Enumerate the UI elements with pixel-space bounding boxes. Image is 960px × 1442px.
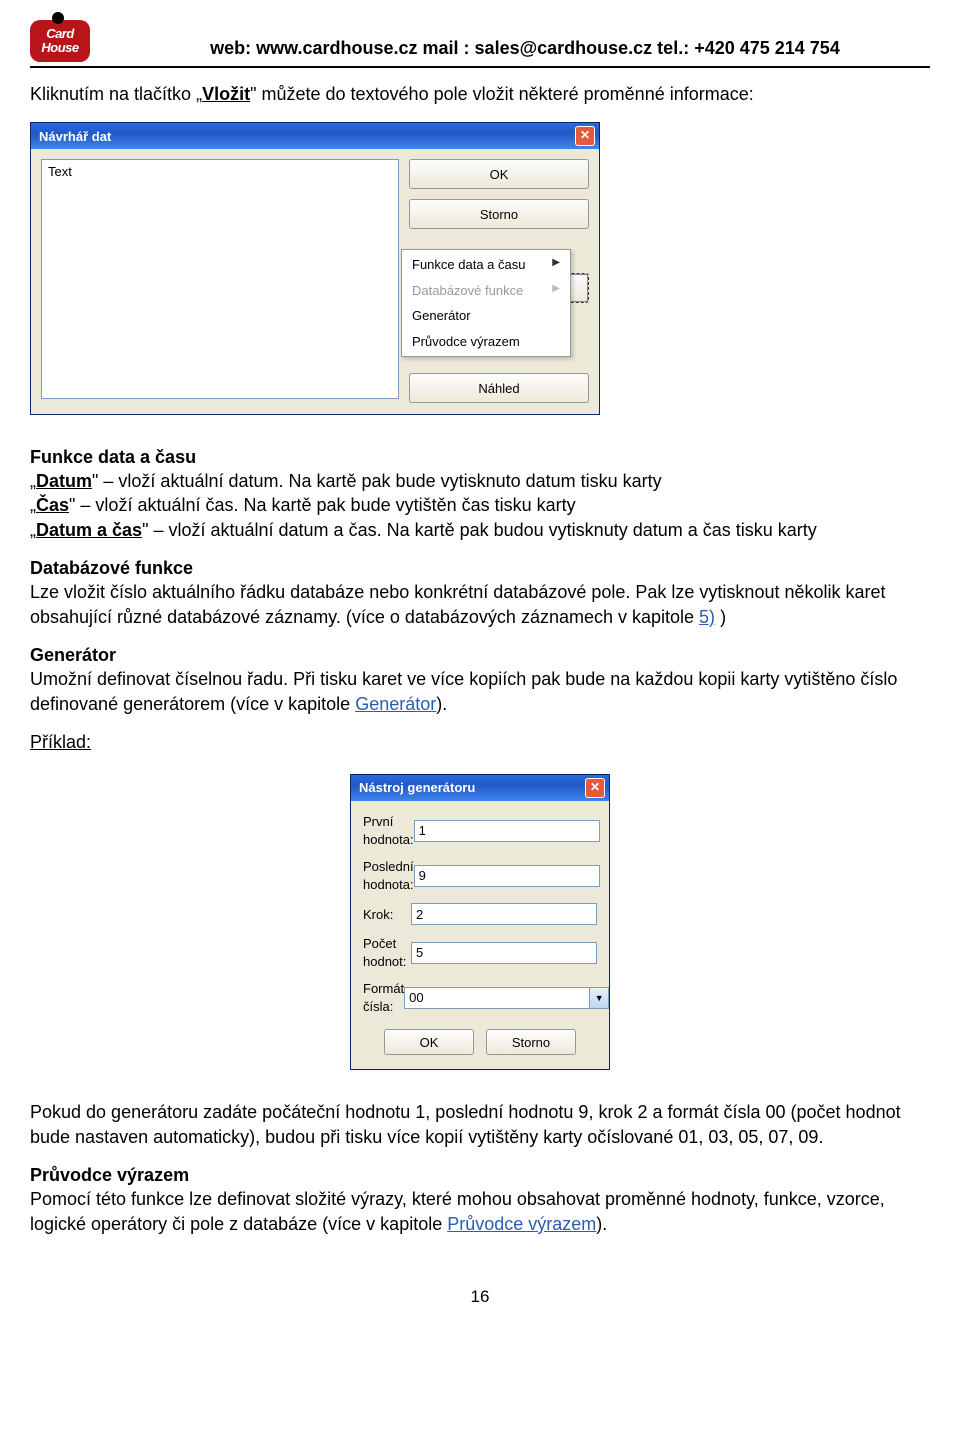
logo-text: Card House — [30, 20, 90, 56]
page-number: 16 — [30, 1286, 930, 1309]
dialog-nastroj-generatoru: Nástroj generátoru ✕ První hodnota: Posl… — [350, 774, 610, 1070]
priklad-label: Příklad: — [30, 730, 930, 754]
dialog1-titlebar[interactable]: Návrhář dat ✕ — [31, 123, 599, 149]
db-text2: ) — [715, 607, 726, 627]
after-generator-paragraph: Pokud do generátoru zadáte počáteční hod… — [30, 1100, 930, 1149]
pruvodce-section: Průvodce výrazem Pomocí této funkce lze … — [30, 1163, 930, 1236]
storno-label: Storno — [480, 207, 518, 222]
menu-item-pruvodce-vyrazem[interactable]: Průvodce výrazem — [402, 329, 570, 355]
input-pocet-hodnot[interactable] — [411, 942, 597, 964]
gen-text1: Umožní definovat číselnou řadu. Při tisk… — [30, 669, 897, 713]
dialog2-titlebar[interactable]: Nástroj generátoru ✕ — [351, 775, 609, 801]
nahled-button[interactable]: Náhled — [409, 373, 589, 403]
logo: Card House — [30, 20, 90, 62]
datum-label: Datum — [36, 471, 92, 491]
input-prvni-hodnota[interactable] — [414, 820, 600, 842]
storno-label2: Storno — [512, 1035, 550, 1050]
logo-line2: House — [41, 40, 78, 55]
dialog-navrhar-dat: Návrhář dat ✕ OK Storno Vložit ▾ — [30, 122, 600, 415]
db-text1: Lze vložit číslo aktuálního řádku databá… — [30, 582, 886, 626]
submenu-arrow-icon: ▶ — [552, 256, 560, 274]
datumcas-label: Datum a čas — [36, 520, 142, 540]
menu-item1-label: Funkce data a času — [412, 256, 525, 274]
text-input-area[interactable] — [41, 159, 399, 399]
db-heading: Databázové funkce — [30, 558, 193, 578]
header-contact: web: www.cardhouse.cz mail : sales@cardh… — [120, 24, 930, 59]
menu-item3-label: Generátor — [412, 307, 471, 325]
label-prvni-hodnota: První hodnota: — [363, 813, 414, 848]
caret-down-icon: ▼ — [595, 992, 604, 1004]
db-section: Databázové funkce Lze vložit číslo aktuá… — [30, 556, 930, 629]
priklad-text: Příklad: — [30, 732, 91, 752]
close-icon[interactable]: ✕ — [575, 126, 595, 146]
intro-post: " můžete do textového pole vložit někter… — [250, 84, 754, 104]
pruvodce-text2: ). — [596, 1214, 607, 1234]
input-format-cisla[interactable] — [404, 987, 589, 1009]
page-header: Card House web: www.cardhouse.cz mail : … — [30, 20, 930, 68]
ok-label: OK — [490, 167, 509, 182]
logo-dot — [52, 12, 64, 24]
pruvodce-heading: Průvodce výrazem — [30, 1165, 189, 1185]
intro-pre: Kliknutím na tlačítko „ — [30, 84, 202, 104]
vlozit-popup-menu: Funkce data a času ▶ Databázové funkce ▶ G… — [401, 249, 571, 357]
gen-text2: ). — [436, 694, 447, 714]
datumcas-text: – vloží aktuální datum a čas. Na kartě p… — [148, 520, 816, 540]
input-krok[interactable] — [411, 903, 597, 925]
funkce-section: Funkce data a času „Datum" – vloží aktuá… — [30, 445, 930, 542]
cas-text: – vloží aktuální čas. Na kartě pak bude … — [75, 495, 575, 515]
ok-button[interactable]: OK — [384, 1029, 474, 1055]
menu-item-databazove-funkce: Databázové funkce ▶ — [402, 278, 570, 304]
label-krok: Krok: — [363, 906, 411, 924]
cas-label: Čas — [36, 495, 69, 515]
dialog1-title: Návrhář dat — [39, 128, 111, 146]
datum-text: – vloží aktuální datum. Na kartě pak bud… — [98, 471, 661, 491]
gen-link-generator[interactable]: Generátor — [355, 694, 436, 714]
db-link-chapter5[interactable]: 5) — [699, 607, 715, 627]
menu-item-generator[interactable]: Generátor — [402, 303, 570, 329]
label-pocet-hodnot: Počet hodnot: — [363, 935, 411, 970]
gen-heading: Generátor — [30, 645, 116, 665]
funkce-heading: Funkce data a času — [30, 447, 196, 467]
dialog2-title: Nástroj generátoru — [359, 779, 475, 797]
nahled-label: Náhled — [478, 381, 519, 396]
input-posledni-hodnota[interactable] — [414, 865, 600, 887]
storno-button[interactable]: Storno — [409, 199, 589, 229]
label-posledni-hodnota: Poslední hodnota: — [363, 858, 414, 893]
menu-item4-label: Průvodce výrazem — [412, 333, 520, 351]
storno-button[interactable]: Storno — [486, 1029, 576, 1055]
menu-item-funkce-data-casu[interactable]: Funkce data a času ▶ — [402, 252, 570, 278]
close-icon[interactable]: ✕ — [585, 778, 605, 798]
intro-vlozit-label: Vložit — [202, 84, 250, 104]
combo-dropdown-button[interactable]: ▼ — [589, 987, 609, 1009]
pruvodce-link[interactable]: Průvodce výrazem — [447, 1214, 596, 1234]
ok-label2: OK — [420, 1035, 439, 1050]
intro-paragraph: Kliknutím na tlačítko „Vložit" můžete do… — [30, 82, 930, 106]
ok-button[interactable]: OK — [409, 159, 589, 189]
menu-item2-label: Databázové funkce — [412, 282, 523, 300]
logo-line1: Card — [46, 26, 74, 41]
label-format-cisla: Formát čísla: — [363, 980, 404, 1015]
submenu-arrow-icon: ▶ — [552, 282, 560, 300]
generator-section: Generátor Umožní definovat číselnou řadu… — [30, 643, 930, 716]
